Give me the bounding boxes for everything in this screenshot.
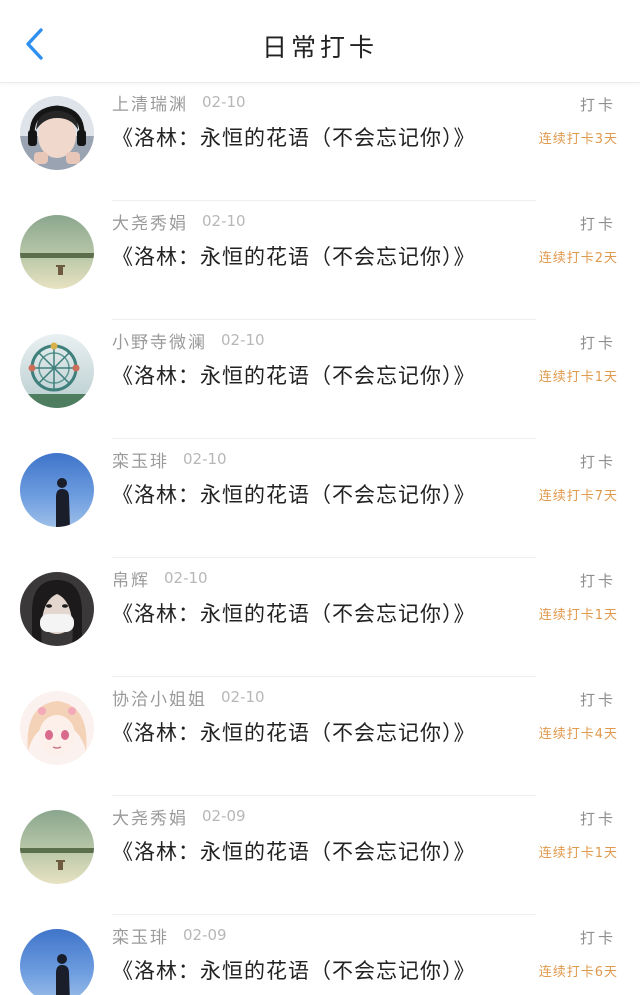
checkin-list: 上清瑞渊 02-10 《洛林：永恒的花语（不会忘记你）》 打卡 连续打卡3天 大… xyxy=(0,82,640,995)
checkin-date: 02-10 xyxy=(221,688,265,706)
book-title[interactable]: 《洛林：永恒的花语（不会忘记你）》 xyxy=(112,479,476,509)
user-name[interactable]: 上清瑞渊 xyxy=(112,90,188,115)
list-item: 栾玉琲 02-10 《洛林：永恒的花语（不会忘记你）》 打卡 连续打卡7天 xyxy=(0,439,640,558)
checkin-date: 02-09 xyxy=(183,926,227,944)
user-name[interactable]: 栾玉琲 xyxy=(112,923,169,948)
checkin-button[interactable]: 打卡 xyxy=(580,689,616,710)
streak-label: 连续打卡4天 xyxy=(538,727,618,742)
item-meta: 上清瑞渊 02-10 xyxy=(112,90,246,115)
item-meta: 栾玉琲 02-10 xyxy=(112,447,227,472)
streak-label: 连续打卡1天 xyxy=(538,846,618,861)
checkin-button[interactable]: 打卡 xyxy=(580,213,616,234)
list-item: 大尧秀娟 02-10 《洛林：永恒的花语（不会忘记你）》 打卡 连续打卡2天 xyxy=(0,201,640,320)
user-name[interactable]: 帛辉 xyxy=(112,566,150,591)
checkin-button[interactable]: 打卡 xyxy=(580,570,616,591)
avatar[interactable] xyxy=(20,215,94,289)
user-name[interactable]: 小野寺微澜 xyxy=(112,328,207,353)
avatar[interactable] xyxy=(20,453,94,527)
item-meta: 帛辉 02-10 xyxy=(112,566,208,591)
checkin-date: 02-10 xyxy=(183,450,227,468)
avatar[interactable] xyxy=(20,572,94,646)
checkin-date: 02-10 xyxy=(202,93,246,111)
streak-label: 连续打卡1天 xyxy=(538,608,618,623)
book-title[interactable]: 《洛林：永恒的花语（不会忘记你）》 xyxy=(112,598,476,628)
avatar[interactable] xyxy=(20,929,94,995)
top-nav-bar: 日常打卡 xyxy=(0,0,640,83)
streak-label: 连续打卡7天 xyxy=(538,489,618,504)
streak-label: 连续打卡3天 xyxy=(538,132,618,147)
user-name[interactable]: 栾玉琲 xyxy=(112,447,169,472)
book-title[interactable]: 《洛林：永恒的花语（不会忘记你）》 xyxy=(112,241,476,271)
book-title[interactable]: 《洛林：永恒的花语（不会忘记你）》 xyxy=(112,122,476,152)
checkin-date: 02-10 xyxy=(164,569,208,587)
item-meta: 小野寺微澜 02-10 xyxy=(112,328,265,353)
user-name[interactable]: 协洽小姐姐 xyxy=(112,685,207,710)
streak-label: 连续打卡1天 xyxy=(538,370,618,385)
checkin-button[interactable]: 打卡 xyxy=(580,927,616,948)
book-title[interactable]: 《洛林：永恒的花语（不会忘记你）》 xyxy=(112,836,476,866)
avatar[interactable] xyxy=(20,334,94,408)
book-title[interactable]: 《洛林：永恒的花语（不会忘记你）》 xyxy=(112,955,476,985)
list-item: 小野寺微澜 02-10 《洛林：永恒的花语（不会忘记你）》 打卡 连续打卡1天 xyxy=(0,320,640,439)
avatar[interactable] xyxy=(20,810,94,884)
list-item: 帛辉 02-10 《洛林：永恒的花语（不会忘记你）》 打卡 连续打卡1天 xyxy=(0,558,640,677)
page-title: 日常打卡 xyxy=(261,33,378,62)
item-meta: 大尧秀娟 02-09 xyxy=(112,804,246,829)
item-meta: 大尧秀娟 02-10 xyxy=(112,209,246,234)
streak-label: 连续打卡6天 xyxy=(538,965,618,980)
list-item: 协洽小姐姐 02-10 《洛林：永恒的花语（不会忘记你）》 打卡 连续打卡4天 xyxy=(0,677,640,796)
item-meta: 协洽小姐姐 02-10 xyxy=(112,685,265,710)
checkin-date: 02-09 xyxy=(202,807,246,825)
item-meta: 栾玉琲 02-09 xyxy=(112,923,227,948)
checkin-date: 02-10 xyxy=(202,212,246,230)
avatar[interactable] xyxy=(20,691,94,765)
checkin-button[interactable]: 打卡 xyxy=(580,451,616,472)
checkin-button[interactable]: 打卡 xyxy=(580,808,616,829)
checkin-screen: 日常打卡 上清瑞渊 02-10 《洛林：永恒的花语（不会忘记你）》 打卡 连续打… xyxy=(0,0,640,995)
user-name[interactable]: 大尧秀娟 xyxy=(112,209,188,234)
avatar[interactable] xyxy=(20,96,94,170)
checkin-button[interactable]: 打卡 xyxy=(580,332,616,353)
list-item: 上清瑞渊 02-10 《洛林：永恒的花语（不会忘记你）》 打卡 连续打卡3天 xyxy=(0,82,640,201)
book-title[interactable]: 《洛林：永恒的花语（不会忘记你）》 xyxy=(112,717,476,747)
checkin-button[interactable]: 打卡 xyxy=(580,94,616,115)
user-name[interactable]: 大尧秀娟 xyxy=(112,804,188,829)
list-item: 栾玉琲 02-09 《洛林：永恒的花语（不会忘记你）》 打卡 连续打卡6天 xyxy=(0,915,640,995)
book-title[interactable]: 《洛林：永恒的花语（不会忘记你）》 xyxy=(112,360,476,390)
checkin-date: 02-10 xyxy=(221,331,265,349)
list-item: 大尧秀娟 02-09 《洛林：永恒的花语（不会忘记你）》 打卡 连续打卡1天 xyxy=(0,796,640,915)
streak-label: 连续打卡2天 xyxy=(538,251,618,266)
